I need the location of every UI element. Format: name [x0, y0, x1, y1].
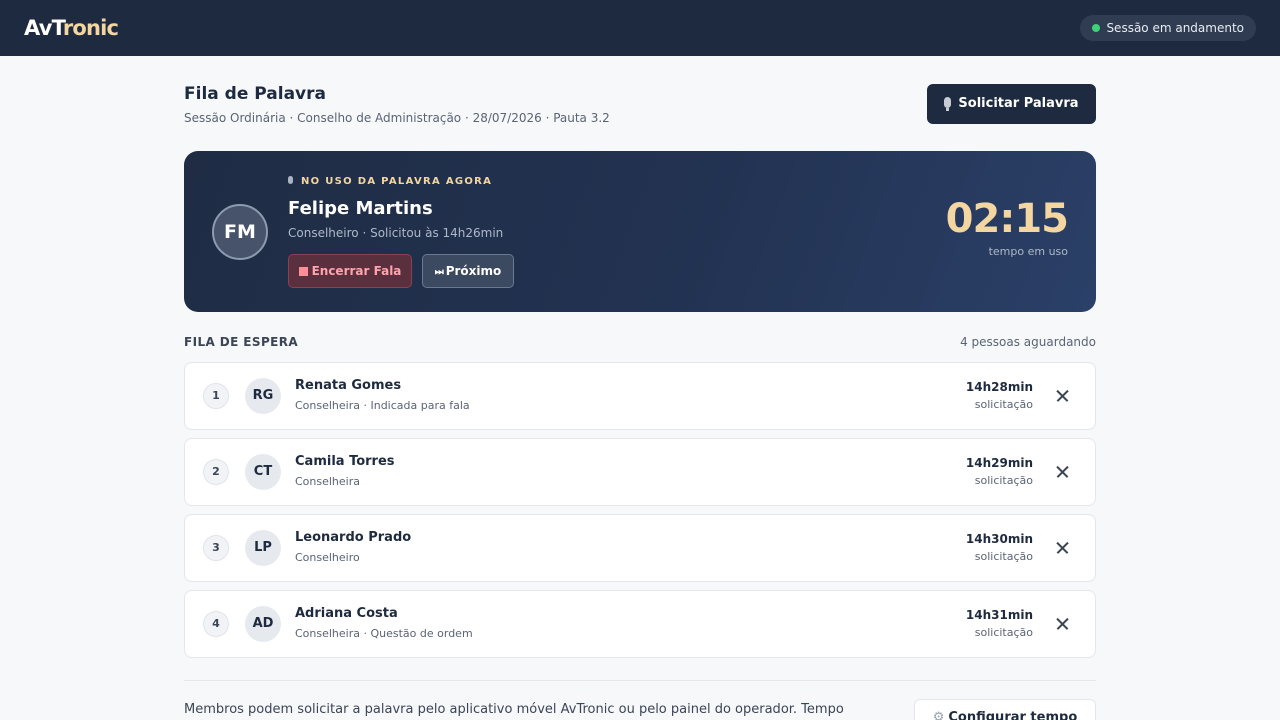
divider	[184, 680, 1096, 681]
current-speaker-label: NO USO DA PALAVRA AGORA	[288, 175, 492, 189]
footer-note: Membros podem solicitar a palavra pelo a…	[184, 702, 844, 717]
queue-item-role: Conselheira	[295, 475, 360, 488]
status-dot-icon	[1092, 24, 1101, 32]
microphone-icon	[288, 176, 293, 184]
queue-heading: FILA DE ESPERA	[184, 335, 299, 349]
skip-forward-icon: ⏭	[434, 267, 444, 278]
top-bar: AvTronic Sessão em andamento	[0, 0, 1280, 56]
end-speech-button[interactable]: Encerrar Fala	[288, 254, 412, 288]
queue-item[interactable]: 1 RG Renata Gomes Conselheira · Indicada…	[184, 362, 1096, 430]
gear-icon: ⚙	[932, 710, 945, 720]
queue-position: 4	[203, 611, 229, 637]
close-icon[interactable]	[1053, 538, 1073, 558]
queue-item[interactable]: 4 AD Adriana Costa Conselheira · Questão…	[184, 590, 1096, 658]
avatar: CT	[245, 454, 281, 490]
page-subtitle: Sessão Ordinária · Conselho de Administr…	[184, 111, 610, 125]
queue-item[interactable]: 2 CT Camila Torres Conselheira 14h29min …	[184, 438, 1096, 506]
current-speaker-avatar: FM	[212, 204, 268, 260]
queue-item-time-label: solicitação	[974, 550, 1033, 563]
current-speaker-meta: Conselheiro · Solicitou às 14h26min	[288, 226, 504, 240]
queue-item-time: 14h29min	[965, 456, 1033, 470]
current-speaker-name: Felipe Martins	[288, 198, 433, 219]
speech-timer: 02:15	[945, 196, 1069, 242]
avatar: AD	[245, 606, 281, 642]
queue-position: 1	[203, 383, 229, 409]
microphone-icon	[944, 97, 952, 111]
queue-item-time-label: solicitação	[974, 398, 1033, 411]
queue-item-name: Camila Torres	[295, 454, 395, 469]
queue-item-time: 14h28min	[965, 380, 1033, 394]
queue-item-time: 14h31min	[965, 608, 1033, 622]
queue-item[interactable]: 3 LP Leonardo Prado Conselheiro 14h30min…	[184, 514, 1096, 582]
queue-item-role: Conselheira · Indicada para fala	[295, 399, 470, 412]
queue-item-time: 14h30min	[965, 532, 1033, 546]
close-icon[interactable]	[1053, 386, 1073, 406]
session-status-badge: Sessão em andamento	[1080, 15, 1256, 41]
queue-item-time-label: solicitação	[974, 626, 1033, 639]
queue-count: 4 pessoas aguardando	[960, 335, 1096, 349]
speech-timer-label: tempo em uso	[988, 245, 1068, 258]
configure-time-button[interactable]: ⚙ Configurar tempo	[914, 699, 1096, 720]
current-speaker-card: FM NO USO DA PALAVRA AGORA Felipe Martin…	[184, 151, 1096, 312]
close-icon[interactable]	[1053, 614, 1073, 634]
queue-position: 3	[203, 535, 229, 561]
queue-item-role: Conselheiro	[295, 551, 360, 564]
session-status-label: Sessão em andamento	[1106, 21, 1244, 35]
queue-position: 2	[203, 459, 229, 485]
request-floor-button[interactable]: Solicitar Palavra	[927, 84, 1096, 124]
page-title: Fila de Palavra	[184, 84, 326, 104]
avatar: LP	[245, 530, 281, 566]
queue-item-name: Adriana Costa	[295, 606, 398, 621]
queue-item-role: Conselheira · Questão de ordem	[295, 627, 473, 640]
queue-item-name: Renata Gomes	[295, 378, 402, 393]
app-logo[interactable]: AvTronic	[24, 15, 119, 41]
next-speaker-button[interactable]: ⏭ Próximo	[422, 254, 514, 288]
queue-item-name: Leonardo Prado	[295, 530, 412, 545]
avatar: RG	[245, 378, 281, 414]
request-floor-label: Solicitar Palavra	[958, 96, 1079, 111]
stop-icon	[298, 267, 308, 276]
close-icon[interactable]	[1053, 462, 1073, 482]
queue-item-time-label: solicitação	[974, 474, 1033, 487]
